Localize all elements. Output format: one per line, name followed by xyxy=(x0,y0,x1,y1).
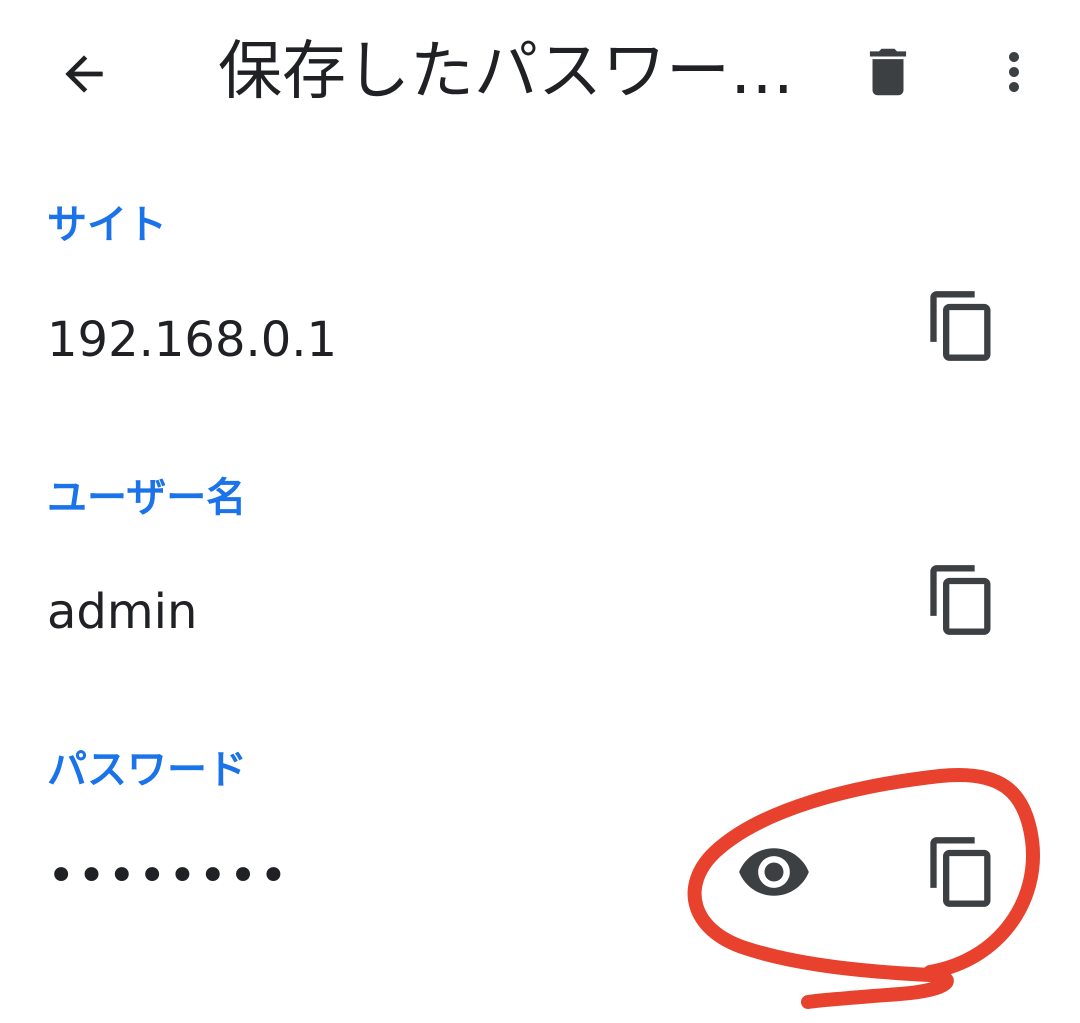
eye-icon xyxy=(739,848,809,896)
site-label: サイト xyxy=(47,202,167,248)
arrow-back-icon xyxy=(65,55,103,93)
password-label: パスワード xyxy=(47,747,247,793)
copy-username-button[interactable] xyxy=(922,560,1002,640)
app-bar: 保存したパスワー… xyxy=(0,0,1080,150)
username-value: admin xyxy=(47,584,198,640)
password-value: •••••••• xyxy=(47,848,290,904)
more-vert-icon xyxy=(1009,52,1019,92)
username-label: ユーザー名 xyxy=(47,475,247,521)
site-value: 192.168.0.1 xyxy=(47,312,338,368)
delete-button[interactable] xyxy=(856,40,920,104)
more-options-button[interactable] xyxy=(984,40,1044,104)
trash-icon xyxy=(869,48,907,96)
copy-icon xyxy=(930,837,991,907)
show-password-button[interactable] xyxy=(734,832,814,912)
page-title: 保存したパスワー… xyxy=(218,35,794,109)
back-button[interactable] xyxy=(52,42,116,106)
copy-icon xyxy=(930,291,991,361)
copy-icon xyxy=(930,565,991,635)
copy-site-button[interactable] xyxy=(922,286,1002,366)
copy-password-button[interactable] xyxy=(922,832,1002,912)
